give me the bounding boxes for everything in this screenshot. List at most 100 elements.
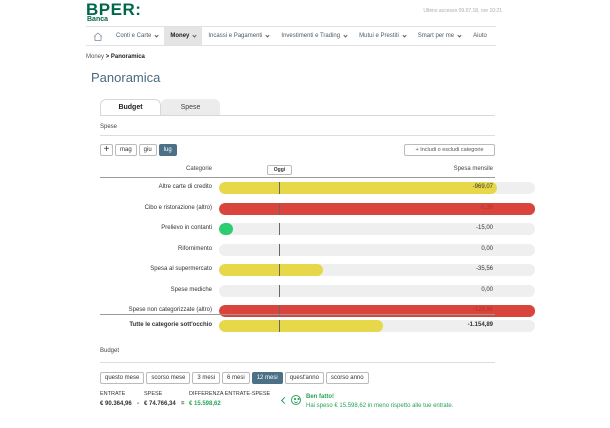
today-marker <box>279 223 280 235</box>
nav-money[interactable]: Money <box>164 27 203 45</box>
top-bar: BPER: Banca Ultimo accesso 09.07.18, ore… <box>0 0 610 26</box>
today-marker <box>279 182 280 194</box>
category-row[interactable]: Prelievo in contanti -15,00 <box>100 219 535 239</box>
divider <box>100 115 495 116</box>
chevron-left-icon <box>280 396 289 405</box>
nav-label: Aiuto <box>473 33 487 39</box>
home-icon <box>93 31 103 41</box>
chevron-down-icon <box>457 32 462 38</box>
info-title: Ben fatto! <box>306 394 334 400</box>
category-row[interactable]: Spese mediche 0,00 <box>100 281 535 301</box>
category-label: Spese non categorizzate (altro) <box>128 307 212 313</box>
month-button-giu[interactable]: giu <box>138 144 157 156</box>
category-row[interactable]: Cibo e ristorazione (altro) -5,30 <box>100 199 535 219</box>
tab-spese[interactable]: Spese <box>161 99 220 115</box>
category-value: -969,07 <box>472 184 493 190</box>
today-marker-label: Oggi <box>267 165 292 175</box>
spese-value: € 74.766,34 <box>144 401 176 407</box>
equals-sign: = <box>181 401 185 407</box>
today-marker <box>279 264 280 276</box>
divider <box>100 362 495 363</box>
main-nav: Conti e Carte Money Incassi e Pagamenti … <box>86 26 496 46</box>
month-selector: + mag giu lug <box>100 144 177 156</box>
today-marker <box>279 243 280 256</box>
breadcrumb: Money > Panoramica <box>86 54 145 60</box>
month-button-mag[interactable]: mag <box>115 144 137 156</box>
period-button-this-month[interactable]: questo mese <box>100 372 145 384</box>
category-label: Rifornimento <box>177 245 212 252</box>
nav-incassi-e-pagamenti[interactable]: Incassi e Pagamenti <box>202 27 275 45</box>
page: BPER: Banca Ultimo accesso 09.07.18, ore… <box>0 0 610 428</box>
difference-value: € 15.598,62 <box>189 401 221 407</box>
category-row[interactable]: Altre carte di credito -969,07 <box>100 178 535 198</box>
period-button-last-month[interactable]: scorso mese <box>146 372 191 384</box>
view-tabs: Budget Spese <box>100 99 220 115</box>
last-access-text: Ultimo accesso 09.07.18, ore 10:21 <box>423 8 502 14</box>
nav-label: Conti e Carte <box>116 33 152 39</box>
entrate-value: € 90.364,96 <box>100 401 132 407</box>
today-marker <box>279 284 280 297</box>
category-value: -5,30 <box>479 204 493 211</box>
period-button-12-months[interactable]: 12 mesi <box>251 372 283 384</box>
category-bar-fill <box>219 264 324 276</box>
month-button-lug[interactable]: lug <box>158 144 177 156</box>
category-label: Cibo e ristorazione (altro) <box>144 204 212 211</box>
nav-home[interactable] <box>86 27 110 45</box>
category-label: Altre carte di credito <box>158 184 212 190</box>
tab-budget[interactable]: Budget <box>100 99 161 115</box>
chevron-down-icon <box>343 32 348 38</box>
page-title: Panoramica <box>91 70 161 85</box>
total-value: -1.154,89 <box>467 322 493 328</box>
monthly-spend-header: Spesa mensile <box>453 166 493 172</box>
spese-section-label: Spese <box>100 124 118 130</box>
today-marker <box>279 202 280 215</box>
category-bar-fill <box>219 182 498 194</box>
spese-label: SPESE <box>144 391 163 397</box>
nav-conti-e-carte[interactable]: Conti e Carte <box>110 27 164 45</box>
category-label: Prelievo in contanti <box>161 225 212 231</box>
category-row[interactable]: Rifornimento 0,00 <box>100 240 535 260</box>
chevron-down-icon <box>265 32 271 38</box>
period-button-3-months[interactable]: 3 mesi <box>192 372 221 384</box>
total-label: Tutte le categorie sott'occhio <box>129 322 212 328</box>
smile-icon <box>291 395 301 405</box>
period-button-6-months[interactable]: 6 mesi <box>222 372 250 384</box>
breadcrumb-separator: > <box>105 54 110 60</box>
nav-label: Investimenti e Trading <box>281 33 341 39</box>
breadcrumb-parent[interactable]: Money <box>86 54 104 60</box>
category-label: Spese mediche <box>170 286 212 293</box>
nav-aiuto[interactable]: Aiuto <box>467 27 493 45</box>
category-bar-fill <box>219 223 234 235</box>
categories-header: Categorie <box>185 166 212 172</box>
chevron-down-icon <box>154 32 159 38</box>
nav-mutui-e-prestiti[interactable]: Mutui e Prestiti <box>353 27 412 45</box>
bper-logo-sub: Banca <box>87 16 109 23</box>
divider <box>100 135 495 136</box>
period-button-last-year[interactable]: scorso anno <box>325 372 369 384</box>
category-value: 0,00 <box>481 286 493 293</box>
category-value: -35,56 <box>475 266 493 272</box>
total-bar-fill <box>219 320 384 332</box>
info-text: Hai speso € 15.598,62 in meno rispetto a… <box>306 403 454 409</box>
breadcrumb-current: Panoramica <box>110 54 145 60</box>
overflow-zigzag-icon <box>530 202 535 215</box>
nav-label: Mutui e Prestiti <box>359 33 399 39</box>
category-label: Spesa al supermercato <box>150 266 212 272</box>
category-row[interactable]: Spesa al supermercato -35,56 <box>100 260 535 280</box>
add-button[interactable]: + <box>100 144 113 156</box>
total-row[interactable]: Tutte le categorie sott'occhio -1.154,89 <box>100 316 535 336</box>
overflow-zigzag-icon <box>530 305 535 317</box>
nav-label: Money <box>170 33 190 39</box>
chevron-down-icon <box>192 32 197 38</box>
minus-sign: - <box>137 401 139 407</box>
period-selector: questo mese scorso mese 3 mesi 6 mesi 12… <box>100 372 369 384</box>
today-marker <box>279 320 280 332</box>
include-exclude-categories-button[interactable]: + Includi o escludi categorie <box>404 144 495 156</box>
nav-smart-per-me[interactable]: Smart per me <box>412 27 467 45</box>
entrate-label: ENTRATE <box>100 391 126 397</box>
nav-label: Incassi e Pagamenti <box>208 33 263 39</box>
budget-section-label: Budget <box>100 348 120 354</box>
difference-label: DIFFERENZA ENTRATE-SPESE <box>189 391 271 397</box>
period-button-this-year[interactable]: quest'anno <box>284 372 324 384</box>
nav-investimenti-e-trading[interactable]: Investimenti e Trading <box>275 27 353 45</box>
